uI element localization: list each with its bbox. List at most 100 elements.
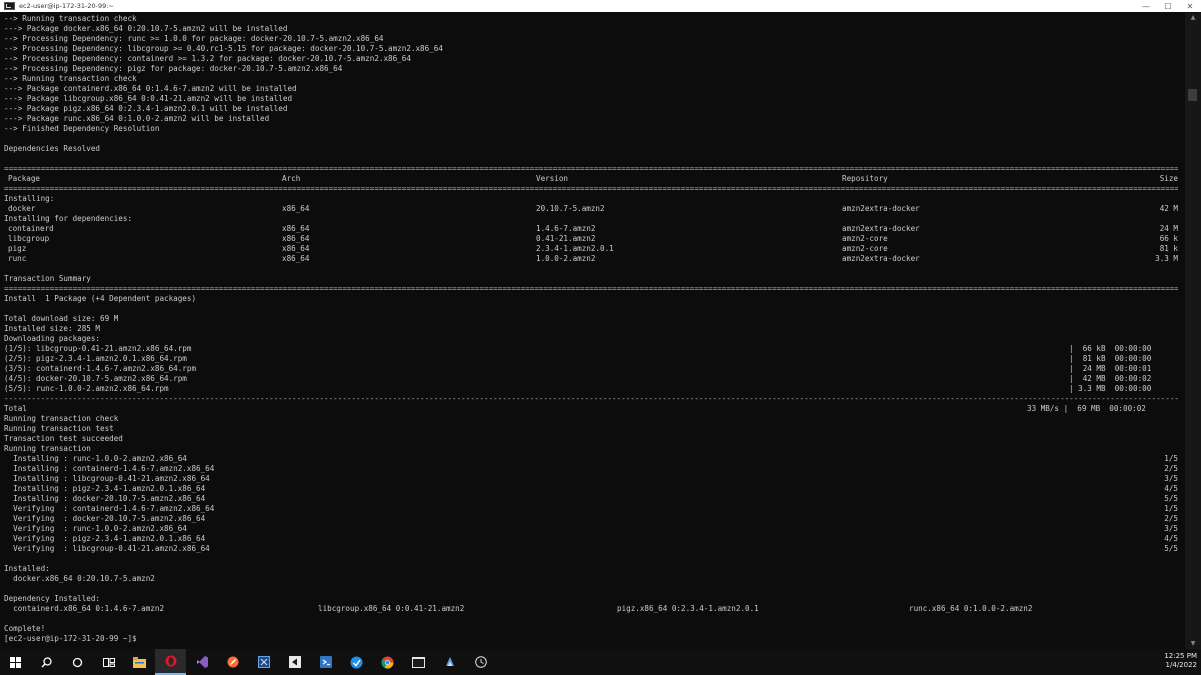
step-text: Installing : docker-20.10.7-5.amzn2.x86_… xyxy=(4,494,206,503)
visual-studio-code-button[interactable] xyxy=(310,649,341,675)
postman-icon xyxy=(227,656,238,668)
app-button[interactable] xyxy=(434,649,465,675)
download-stat: | 42 MB 00:00:02 xyxy=(1069,374,1152,383)
total-row: Total 33 MB/s | 69 MB 00:00:02 xyxy=(4,404,1178,414)
download-stat: | 24 MB 00:00:01 xyxy=(1069,364,1152,373)
step-count: 1/5 xyxy=(1164,454,1178,463)
window-title: ec2-user@ip-172-31-20-99:~ xyxy=(19,2,114,10)
header-package: Package xyxy=(8,174,41,183)
dep-installed-label: Dependency Installed: xyxy=(4,594,101,603)
cell-arch: x86_64 xyxy=(282,204,310,213)
step-count: 3/5 xyxy=(1164,474,1178,483)
close-button[interactable]: ✕ xyxy=(1179,0,1201,12)
opera-button[interactable] xyxy=(155,649,186,675)
task-view-icon xyxy=(102,657,115,667)
terminal-line: ---> Package containerd.x86_64 0:1.4.6-7… xyxy=(4,84,297,93)
installed-item: docker.x86_64 0:20.10.7-5.amzn2 xyxy=(4,574,155,583)
start-button[interactable] xyxy=(0,649,31,675)
terminal-line: ---> Package libcgroup.x86_64 0:0.41-21.… xyxy=(4,94,293,103)
step-text: Verifying : runc-1.0.0-2.amzn2.x86_64 xyxy=(4,524,187,533)
dep-installed-row: containerd.x86_64 0:1.4.6-7.amzn2 libcgr… xyxy=(4,604,1178,614)
file-explorer-button[interactable] xyxy=(124,649,155,675)
chrome-button[interactable] xyxy=(372,649,403,675)
download-name: (4/5): docker-20.10.7-5.amzn2.x86_64.rpm xyxy=(4,374,187,383)
clock-date: 1/4/2022 xyxy=(1165,661,1197,669)
cell-version: 0.41-21.amzn2 xyxy=(536,234,596,243)
table-separator: ========================================… xyxy=(4,184,1178,193)
cell-package: runc xyxy=(8,254,27,263)
cell-repository: amzn2-core xyxy=(842,234,888,243)
dep-installed-item: libcgroup.x86_64 0:0.41-21.amzn2 xyxy=(318,604,465,613)
terminal-app-icon xyxy=(4,2,15,10)
step-row: Installing : docker-20.10.7-5.amzn2.x86_… xyxy=(4,494,1178,504)
downloading-line: Downloading packages: xyxy=(4,334,101,343)
cell-version: 20.10.7-5.amzn2 xyxy=(536,204,605,213)
terminal-output[interactable]: --> Running transaction check ---> Packa… xyxy=(0,13,1185,649)
app-circle-button[interactable] xyxy=(465,649,496,675)
visual-studio-code-icon xyxy=(319,656,332,668)
cell-size: 24 M xyxy=(1159,224,1178,233)
step-text: Verifying : containerd-1.4.6-7.amzn2.x86… xyxy=(4,504,215,513)
download-row: (1/5): libcgroup-0.41-21.amzn2.x86_64.rp… xyxy=(4,344,1178,354)
scrollbar-thumb[interactable] xyxy=(1188,89,1197,101)
cell-package: containerd xyxy=(8,224,54,233)
search-button[interactable] xyxy=(31,649,62,675)
system-clock[interactable]: 12:25 PM 1/4/2022 xyxy=(1164,652,1197,670)
table-separator: ========================================… xyxy=(4,164,1178,173)
deps-label: Installing for dependencies: xyxy=(4,214,133,223)
terminal-button[interactable] xyxy=(403,649,434,675)
step-count: 1/5 xyxy=(1164,504,1178,513)
cell-package: pigz xyxy=(8,244,27,253)
step-row: Verifying : pigz-2.3.4-1.amzn2.0.1.x86_6… xyxy=(4,534,1178,544)
window-title-bar[interactable]: ec2-user@ip-172-31-20-99:~ — ☐ ✕ xyxy=(0,0,1201,12)
step-text: Verifying : libcgroup-0.41-21.amzn2.x86_… xyxy=(4,544,210,553)
table-row: containerd x86_64 1.4.6-7.amzn2 amzn2ext… xyxy=(4,224,1178,234)
cell-arch: x86_64 xyxy=(282,254,310,263)
terminal-line: ---> Package docker.x86_64 0:20.10.7-5.a… xyxy=(4,24,288,33)
cell-package: docker xyxy=(8,204,36,213)
cortana-button[interactable] xyxy=(62,649,93,675)
download-row: (2/5): pigz-2.3.4-1.amzn2.0.1.x86_64.rpm… xyxy=(4,354,1178,364)
remote-desktop-button[interactable] xyxy=(248,649,279,675)
table-row: libcgroup x86_64 0.41-21.amzn2 amzn2-cor… xyxy=(4,234,1178,244)
download-name: (2/5): pigz-2.3.4-1.amzn2.0.1.x86_64.rpm xyxy=(4,354,187,363)
sourcetree-button[interactable] xyxy=(279,649,310,675)
prompt-line[interactable]: [ec2-user@ip-172-31-20-99 ~]$ xyxy=(4,634,1178,644)
cell-repository: amzn2extra-docker xyxy=(842,204,920,213)
cell-arch: x86_64 xyxy=(282,234,310,243)
step-row: Installing : containerd-1.4.6-7.amzn2.x8… xyxy=(4,464,1178,474)
app-icon xyxy=(445,657,454,666)
app-circle-icon xyxy=(474,656,487,668)
step-count: 3/5 xyxy=(1164,524,1178,533)
deps-resolved-line: Dependencies Resolved xyxy=(4,144,101,153)
terminal-line: Running transaction check xyxy=(4,414,119,423)
maximize-button[interactable]: ☐ xyxy=(1157,0,1179,12)
scroll-up-arrow-icon[interactable]: ▲ xyxy=(1185,13,1201,23)
download-stat: | 81 kB 00:00:00 xyxy=(1069,354,1152,363)
terminal-scrollbar[interactable]: ▲ ▼ xyxy=(1185,13,1201,649)
scroll-down-arrow-icon[interactable]: ▼ xyxy=(1185,639,1201,649)
download-name: (5/5): runc-1.0.0-2.amzn2.x86_64.rpm xyxy=(4,384,169,393)
postman-button[interactable] xyxy=(217,649,248,675)
cell-size: 81 k xyxy=(1159,244,1178,253)
minimize-button[interactable]: — xyxy=(1135,0,1157,12)
cell-repository: amzn2-core xyxy=(842,244,888,253)
step-count: 2/5 xyxy=(1164,464,1178,473)
header-version: Version xyxy=(536,174,569,183)
download-row: (3/5): containerd-1.4.6-7.amzn2.x86_64.r… xyxy=(4,364,1178,374)
step-text: Installing : runc-1.0.0-2.amzn2.x86_64 xyxy=(4,454,187,463)
step-text: Installing : libcgroup-0.41-21.amzn2.x86… xyxy=(4,474,210,483)
terminal-line: Transaction test succeeded xyxy=(4,434,123,443)
start-icon xyxy=(10,656,21,668)
download-stat: | 66 kB 00:00:00 xyxy=(1069,344,1152,353)
visual-studio-button[interactable] xyxy=(186,649,217,675)
task-view-button[interactable] xyxy=(93,649,124,675)
cell-arch: x86_64 xyxy=(282,244,310,253)
terminal-line: --> Processing Dependency: pigz for pack… xyxy=(4,64,343,73)
cortana-icon xyxy=(72,657,83,667)
vpn-button[interactable] xyxy=(341,649,372,675)
download-name: (3/5): containerd-1.4.6-7.amzn2.x86_64.r… xyxy=(4,364,197,373)
dep-installed-item: pigz.x86_64 0:2.3.4-1.amzn2.0.1 xyxy=(617,604,759,613)
terminal-line: --> Processing Dependency: containerd >=… xyxy=(4,54,411,63)
terminal-line: Running transaction xyxy=(4,444,91,453)
